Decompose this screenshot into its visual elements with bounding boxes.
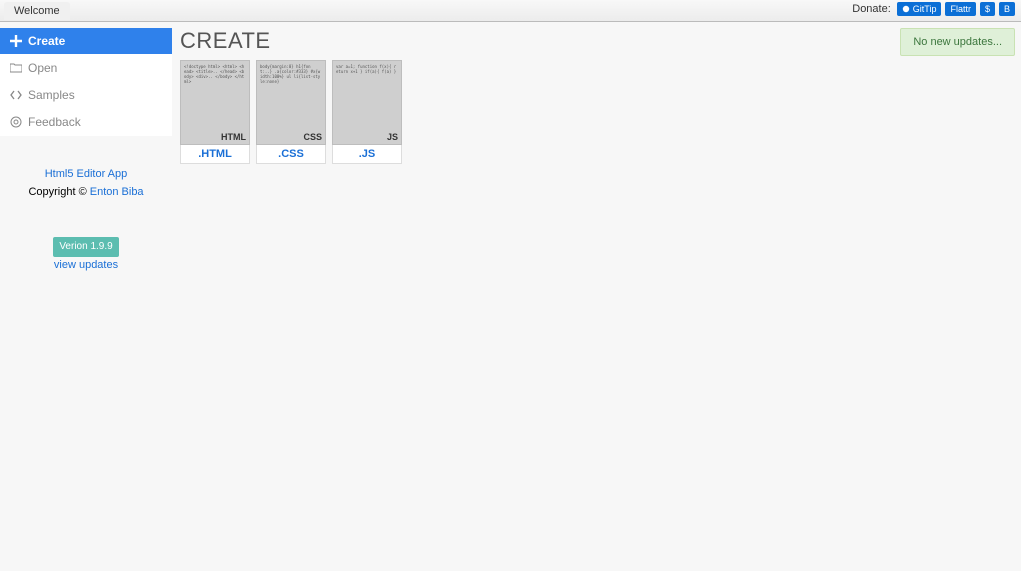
donate-gittip-label: GitTip	[913, 4, 937, 14]
tile-preview-tag: JS	[387, 132, 398, 142]
main-panel: No new updates... CREATE <!doctype html>…	[172, 22, 1021, 571]
page-title: CREATE	[180, 28, 1013, 54]
donate-flattr-badge[interactable]: Flattr	[945, 2, 976, 16]
tile-preview-code: body{margin:0} h1{font:..} .a{color:#333…	[260, 64, 322, 84]
version-block: Verion 1.9.9 view updates	[0, 237, 172, 275]
create-tile-css[interactable]: body{margin:0} h1{font:..} .a{color:#333…	[256, 60, 326, 164]
sidebar-item-label: Feedback	[28, 115, 81, 129]
folder-icon	[10, 62, 22, 74]
tile-label: .CSS	[256, 145, 326, 164]
plus-icon	[10, 35, 22, 47]
author-link[interactable]: Enton Biba	[90, 186, 144, 198]
copyright-line: Copyright © Enton Biba	[0, 184, 172, 202]
gittip-icon	[902, 5, 910, 13]
donate-section: Donate: GitTip Flattr $ B	[852, 2, 1015, 16]
donate-label: Donate:	[852, 3, 891, 15]
tile-preview: var a=1; function f(x){ return x+1 } if(…	[332, 60, 402, 145]
tile-preview-tag: HTML	[221, 132, 246, 142]
sidebar-footer: Html5 Editor App Copyright © Enton Biba …	[0, 166, 172, 275]
copyright-prefix: Copyright ©	[28, 186, 89, 198]
content-area: Create Open Samples Feedback Html5 Edito…	[0, 22, 1021, 571]
donate-dollar-badge[interactable]: $	[980, 2, 995, 16]
tile-preview-code: var a=1; function f(x){ return x+1 } if(…	[336, 64, 398, 74]
sidebar-item-samples[interactable]: Samples	[0, 82, 172, 109]
tab-bar: Welcome Donate: GitTip Flattr $ B	[0, 0, 1021, 22]
sidebar-item-label: Samples	[28, 88, 75, 102]
update-notice: No new updates...	[900, 28, 1015, 56]
tile-preview-code: <!doctype html> <html> <head> <title>.. …	[184, 64, 246, 84]
tile-preview-tag: CSS	[303, 132, 322, 142]
sidebar-item-label: Open	[28, 61, 57, 75]
tab-welcome[interactable]: Welcome	[4, 2, 70, 20]
sidebar-item-feedback[interactable]: Feedback	[0, 109, 172, 136]
version-badge: Verion 1.9.9	[53, 237, 118, 257]
tile-label: .HTML	[180, 145, 250, 164]
code-icon	[10, 89, 22, 101]
sidebar-item-label: Create	[28, 34, 65, 48]
view-updates-link[interactable]: view updates	[54, 259, 118, 271]
sidebar: Create Open Samples Feedback Html5 Edito…	[0, 22, 172, 571]
sidebar-item-create[interactable]: Create	[0, 28, 172, 55]
app-name-link[interactable]: Html5 Editor App	[45, 168, 128, 180]
tile-label: .JS	[332, 145, 402, 164]
create-tile-js[interactable]: var a=1; function f(x){ return x+1 } if(…	[332, 60, 402, 164]
at-icon	[10, 116, 22, 128]
create-tile-html[interactable]: <!doctype html> <html> <head> <title>.. …	[180, 60, 250, 164]
create-tile-row: <!doctype html> <html> <head> <title>.. …	[180, 60, 1013, 164]
donate-gittip-badge[interactable]: GitTip	[897, 2, 942, 16]
tile-preview: <!doctype html> <html> <head> <title>.. …	[180, 60, 250, 145]
tile-preview: body{margin:0} h1{font:..} .a{color:#333…	[256, 60, 326, 145]
donate-bitcoin-badge[interactable]: B	[999, 2, 1015, 16]
sidebar-item-open[interactable]: Open	[0, 55, 172, 82]
